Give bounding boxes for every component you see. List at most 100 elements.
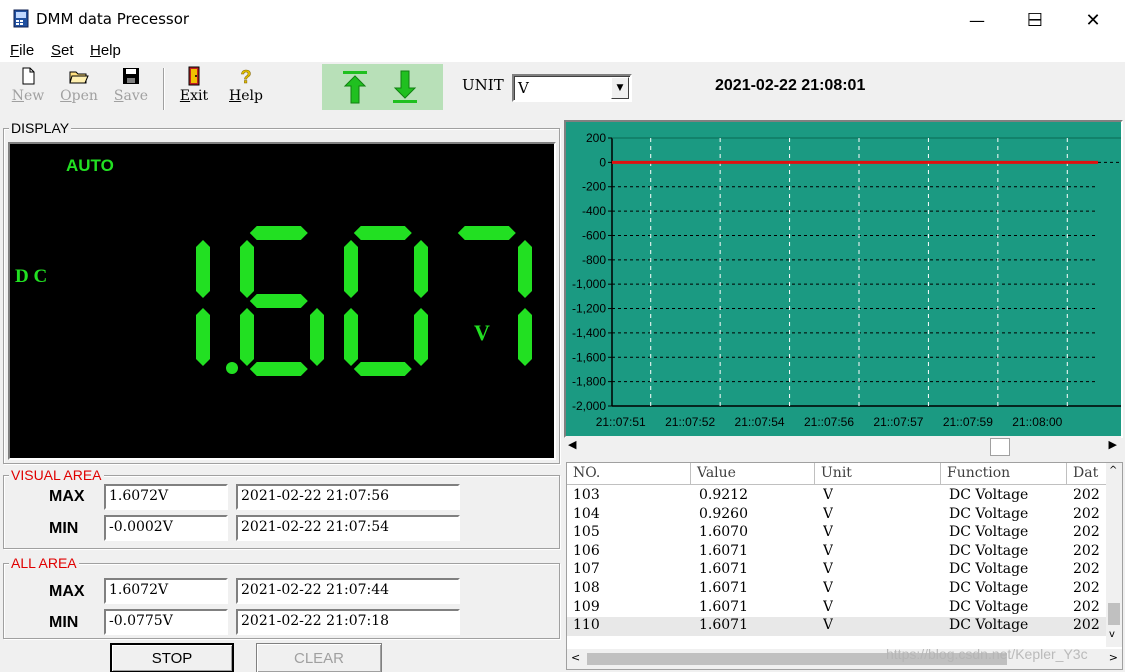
line-chart: 200 0 -200 -400 -600 -800 -1,000 -1,200 -1,400 -1… [572, 131, 1121, 429]
table-cell: 1.6071 [699, 617, 748, 634]
y-tick-label: 200 [586, 131, 606, 145]
scroll-thumb[interactable] [990, 438, 1010, 456]
maximize-icon: ☐ [1026, 9, 1044, 31]
table-cell: 202 [1073, 505, 1100, 522]
table-cell: V [823, 580, 834, 596]
table-row[interactable]: 108 1.6071 V DC Voltage 202 [567, 580, 1108, 599]
table-vertical-scrollbar[interactable]: ^ v [1106, 463, 1122, 647]
lcd-digit [457, 226, 532, 366]
help-button[interactable]: ? Help [222, 66, 270, 112]
toolbar-separator [163, 68, 165, 110]
unit-select[interactable]: V ▼ [512, 74, 632, 102]
open-button[interactable]: Open [55, 66, 103, 112]
table-header: NO. Value Unit Function Dat [567, 463, 1108, 485]
y-tick-label: -1,000 [572, 277, 606, 291]
table-cell: DC Voltage [949, 598, 1029, 615]
table-cell: 202 [1073, 524, 1100, 541]
menu-bar: File Set Help [0, 40, 1125, 62]
all-min-label: MIN [49, 614, 79, 631]
y-tick-label: -2,000 [572, 399, 606, 413]
table-cell: 1.6071 [699, 561, 748, 578]
y-tick-label: -1,600 [572, 350, 606, 364]
scroll-down-icon[interactable]: v [1109, 629, 1115, 640]
table-cell: DC Voltage [949, 617, 1029, 634]
minimize-btn[interactable]: — [948, 0, 1006, 40]
table-cell: 0.9260 [699, 505, 748, 522]
vertical-scroll-thumb[interactable] [1108, 603, 1120, 625]
visual-area-legend: VISUAL AREA [9, 467, 104, 483]
menu-help[interactable]: Help [90, 42, 121, 59]
chart-panel: 200 0 -200 -400 -600 -800 -1,000 -1,200 -1,400 -1… [564, 120, 1123, 438]
new-file-icon [22, 67, 35, 85]
x-tick-label: 21::07:59 [943, 415, 993, 429]
x-tick-label: 21::07:56 [804, 415, 854, 429]
all-max-value: 1.6072V [104, 578, 228, 604]
table-cell: 110 [573, 617, 600, 634]
table-row[interactable]: 107 1.6071 V DC Voltage 202 [567, 561, 1108, 580]
table-cell: 107 [573, 561, 600, 578]
exit-button[interactable]: Exit [170, 66, 218, 112]
table-cell: V [823, 598, 834, 615]
table-cell: DC Voltage [949, 505, 1029, 522]
question-mark-icon: ? [240, 67, 252, 86]
all-min-value: -0.0775V [104, 609, 228, 635]
menu-set[interactable]: Set [51, 42, 74, 59]
svg-text:?: ? [241, 67, 252, 86]
column-header-date[interactable]: Dat [1067, 463, 1108, 485]
table-scroll-right-icon[interactable]: > [1109, 651, 1118, 664]
unit-label: UNIT [462, 76, 504, 94]
table-cell: 105 [573, 524, 600, 541]
lcd-display: AUTO D C V [8, 142, 556, 460]
column-header-value[interactable]: Value [691, 463, 815, 485]
data-table: NO. Value Unit Function Dat 103 0.9212 V DC… [566, 462, 1123, 670]
column-header-unit[interactable]: Unit [815, 463, 941, 485]
table-row[interactable]: 103 0.9212 V DC Voltage 202 [567, 487, 1108, 506]
visual-max-value: 1.6072V [104, 484, 228, 510]
table-cell: 1.6071 [699, 580, 748, 596]
window-title: DMM data Precessor [36, 10, 190, 28]
all-area-legend: ALL AREA [9, 555, 79, 571]
chart-scrollbar[interactable]: ◀ ▶ [566, 436, 1121, 458]
column-header-no[interactable]: NO. [567, 463, 691, 485]
table-cell: 202 [1073, 561, 1100, 578]
visual-max-time: 2021-02-22 21:07:56 [236, 484, 460, 510]
save-button[interactable]: Save [107, 66, 155, 112]
table-row[interactable]: 109 1.6071 V DC Voltage 202 [567, 599, 1108, 618]
lcd-decimal-point [226, 362, 238, 374]
table-row[interactable]: 104 0.9260 V DC Voltage 202 [567, 506, 1108, 525]
y-tick-label: -1,200 [572, 302, 606, 316]
current-datetime: 2021-02-22 21:08:01 [715, 77, 866, 94]
all-max-time: 2021-02-22 21:07:44 [236, 578, 460, 604]
new-button[interactable]: New [4, 66, 52, 112]
watermark: https://blog.csdn.net/Kepler_Y3c [886, 646, 1088, 662]
transfer-controls [322, 64, 443, 110]
table-cell: 0.9212 [699, 487, 748, 503]
app-icon [13, 9, 29, 28]
table-row[interactable]: 106 1.6071 V DC Voltage 202 [567, 543, 1108, 562]
clear-button[interactable]: CLEAR [256, 643, 382, 672]
display-legend: DISPLAY [9, 120, 72, 136]
x-tick-label: 21::07:52 [665, 415, 715, 429]
scroll-right-icon[interactable]: ▶ [1109, 438, 1117, 451]
scroll-up-icon[interactable]: ^ [1109, 465, 1117, 476]
download-arrow-icon[interactable] [390, 70, 420, 104]
column-header-function[interactable]: Function [941, 463, 1067, 485]
lcd-digit [196, 240, 210, 366]
lcd-reading [196, 226, 532, 376]
y-tick-label: -200 [582, 180, 606, 194]
y-tick-label: -600 [582, 228, 606, 242]
x-tick-label: 21::07:57 [873, 415, 923, 429]
close-button[interactable]: ✕ [1064, 0, 1122, 40]
visual-max-label: MAX [49, 488, 85, 505]
scroll-left-icon[interactable]: ◀ [568, 438, 576, 451]
menu-file[interactable]: File [10, 42, 34, 59]
table-row[interactable]: 110 1.6071 V DC Voltage 202 [567, 617, 1108, 636]
upload-arrow-icon[interactable] [340, 70, 370, 104]
maximize-button[interactable]: ☐ [1006, 0, 1064, 40]
table-scroll-left-icon[interactable]: < [571, 651, 580, 664]
stop-button[interactable]: STOP [110, 643, 234, 672]
dropdown-arrow-icon[interactable]: ▼ [611, 77, 629, 99]
table-row[interactable]: 105 1.6070 V DC Voltage 202 [567, 524, 1108, 543]
minimize-glyph-icon: — [969, 10, 985, 30]
table-cell: 1.6070 [699, 524, 748, 541]
